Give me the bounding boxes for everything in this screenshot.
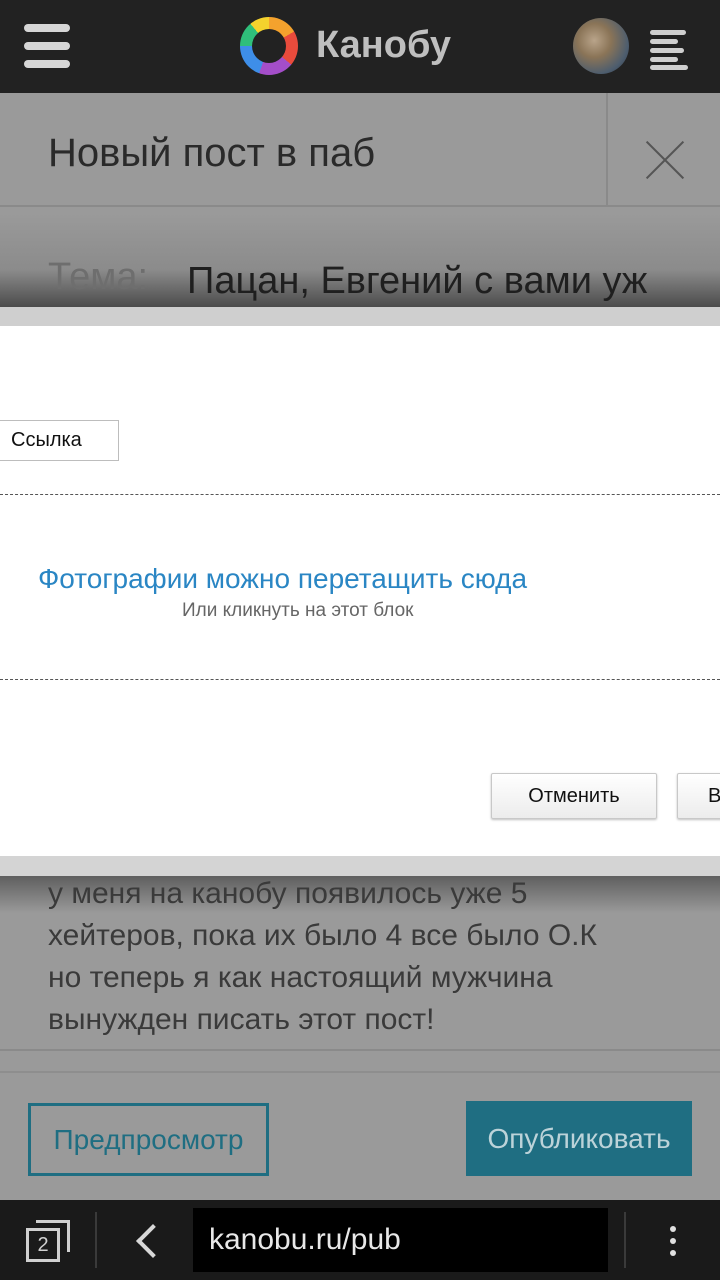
photo-upload-dialog: Ссылка Фотографии можно перетащить сюда … — [0, 326, 720, 856]
insert-button[interactable]: В — [677, 773, 720, 819]
link-tab[interactable]: Ссылка — [0, 420, 119, 461]
list-icon[interactable] — [650, 28, 690, 70]
post-body-textarea[interactable]: у меня на канобу появилось уже 5 хейтеро… — [48, 873, 688, 1041]
post-actions: Предпросмотр Опубликовать — [0, 1071, 720, 1200]
cancel-button[interactable]: Отменить — [491, 773, 657, 819]
toolbar-separator — [95, 1212, 97, 1268]
page-title: Новый пост в паб — [48, 131, 376, 175]
tabs-icon[interactable]: 2 — [26, 1220, 70, 1262]
body-line: но теперь я как настоящий мужчина — [48, 961, 553, 994]
body-line: у меня на канобу появилось уже 5 — [48, 877, 528, 910]
preview-button[interactable]: Предпросмотр — [28, 1103, 269, 1176]
topic-input[interactable]: Пацан, Евгений с вами уж — [187, 257, 720, 305]
hamburger-icon[interactable] — [24, 24, 72, 68]
topic-label: Тема: — [48, 256, 149, 298]
close-icon[interactable] — [645, 141, 683, 179]
publish-button[interactable]: Опубликовать — [466, 1101, 692, 1176]
browser-toolbar: 2 kanobu.ru/pub — [0, 1200, 720, 1280]
kebab-menu-icon[interactable] — [663, 1224, 683, 1258]
dropzone-hint: Или кликнуть на этот блок — [182, 600, 414, 621]
avatar[interactable] — [573, 18, 629, 74]
kanobu-logo-icon[interactable] — [240, 17, 298, 75]
modal-bottom-border — [0, 856, 720, 876]
header-divider — [606, 93, 608, 207]
app-header: Канобу — [0, 0, 720, 93]
address-bar[interactable]: kanobu.ru/pub — [193, 1208, 608, 1272]
brand-name[interactable]: Канобу — [316, 22, 451, 68]
toolbar-separator — [624, 1212, 626, 1268]
tab-count: 2 — [26, 1228, 60, 1262]
photo-dropzone[interactable]: Фотографии можно перетащить сюда Или кли… — [0, 494, 720, 680]
body-line: вынужден писать этот пост! — [48, 1003, 435, 1036]
post-header: Новый пост в паб — [0, 93, 720, 207]
divider — [0, 1049, 720, 1051]
back-arrow-icon[interactable] — [133, 1224, 163, 1258]
modal-top-border — [0, 307, 720, 326]
body-line: хейтеров, пока их было 4 все было О.К — [48, 919, 597, 952]
dropzone-title: Фотографии можно перетащить сюда — [38, 563, 528, 594]
